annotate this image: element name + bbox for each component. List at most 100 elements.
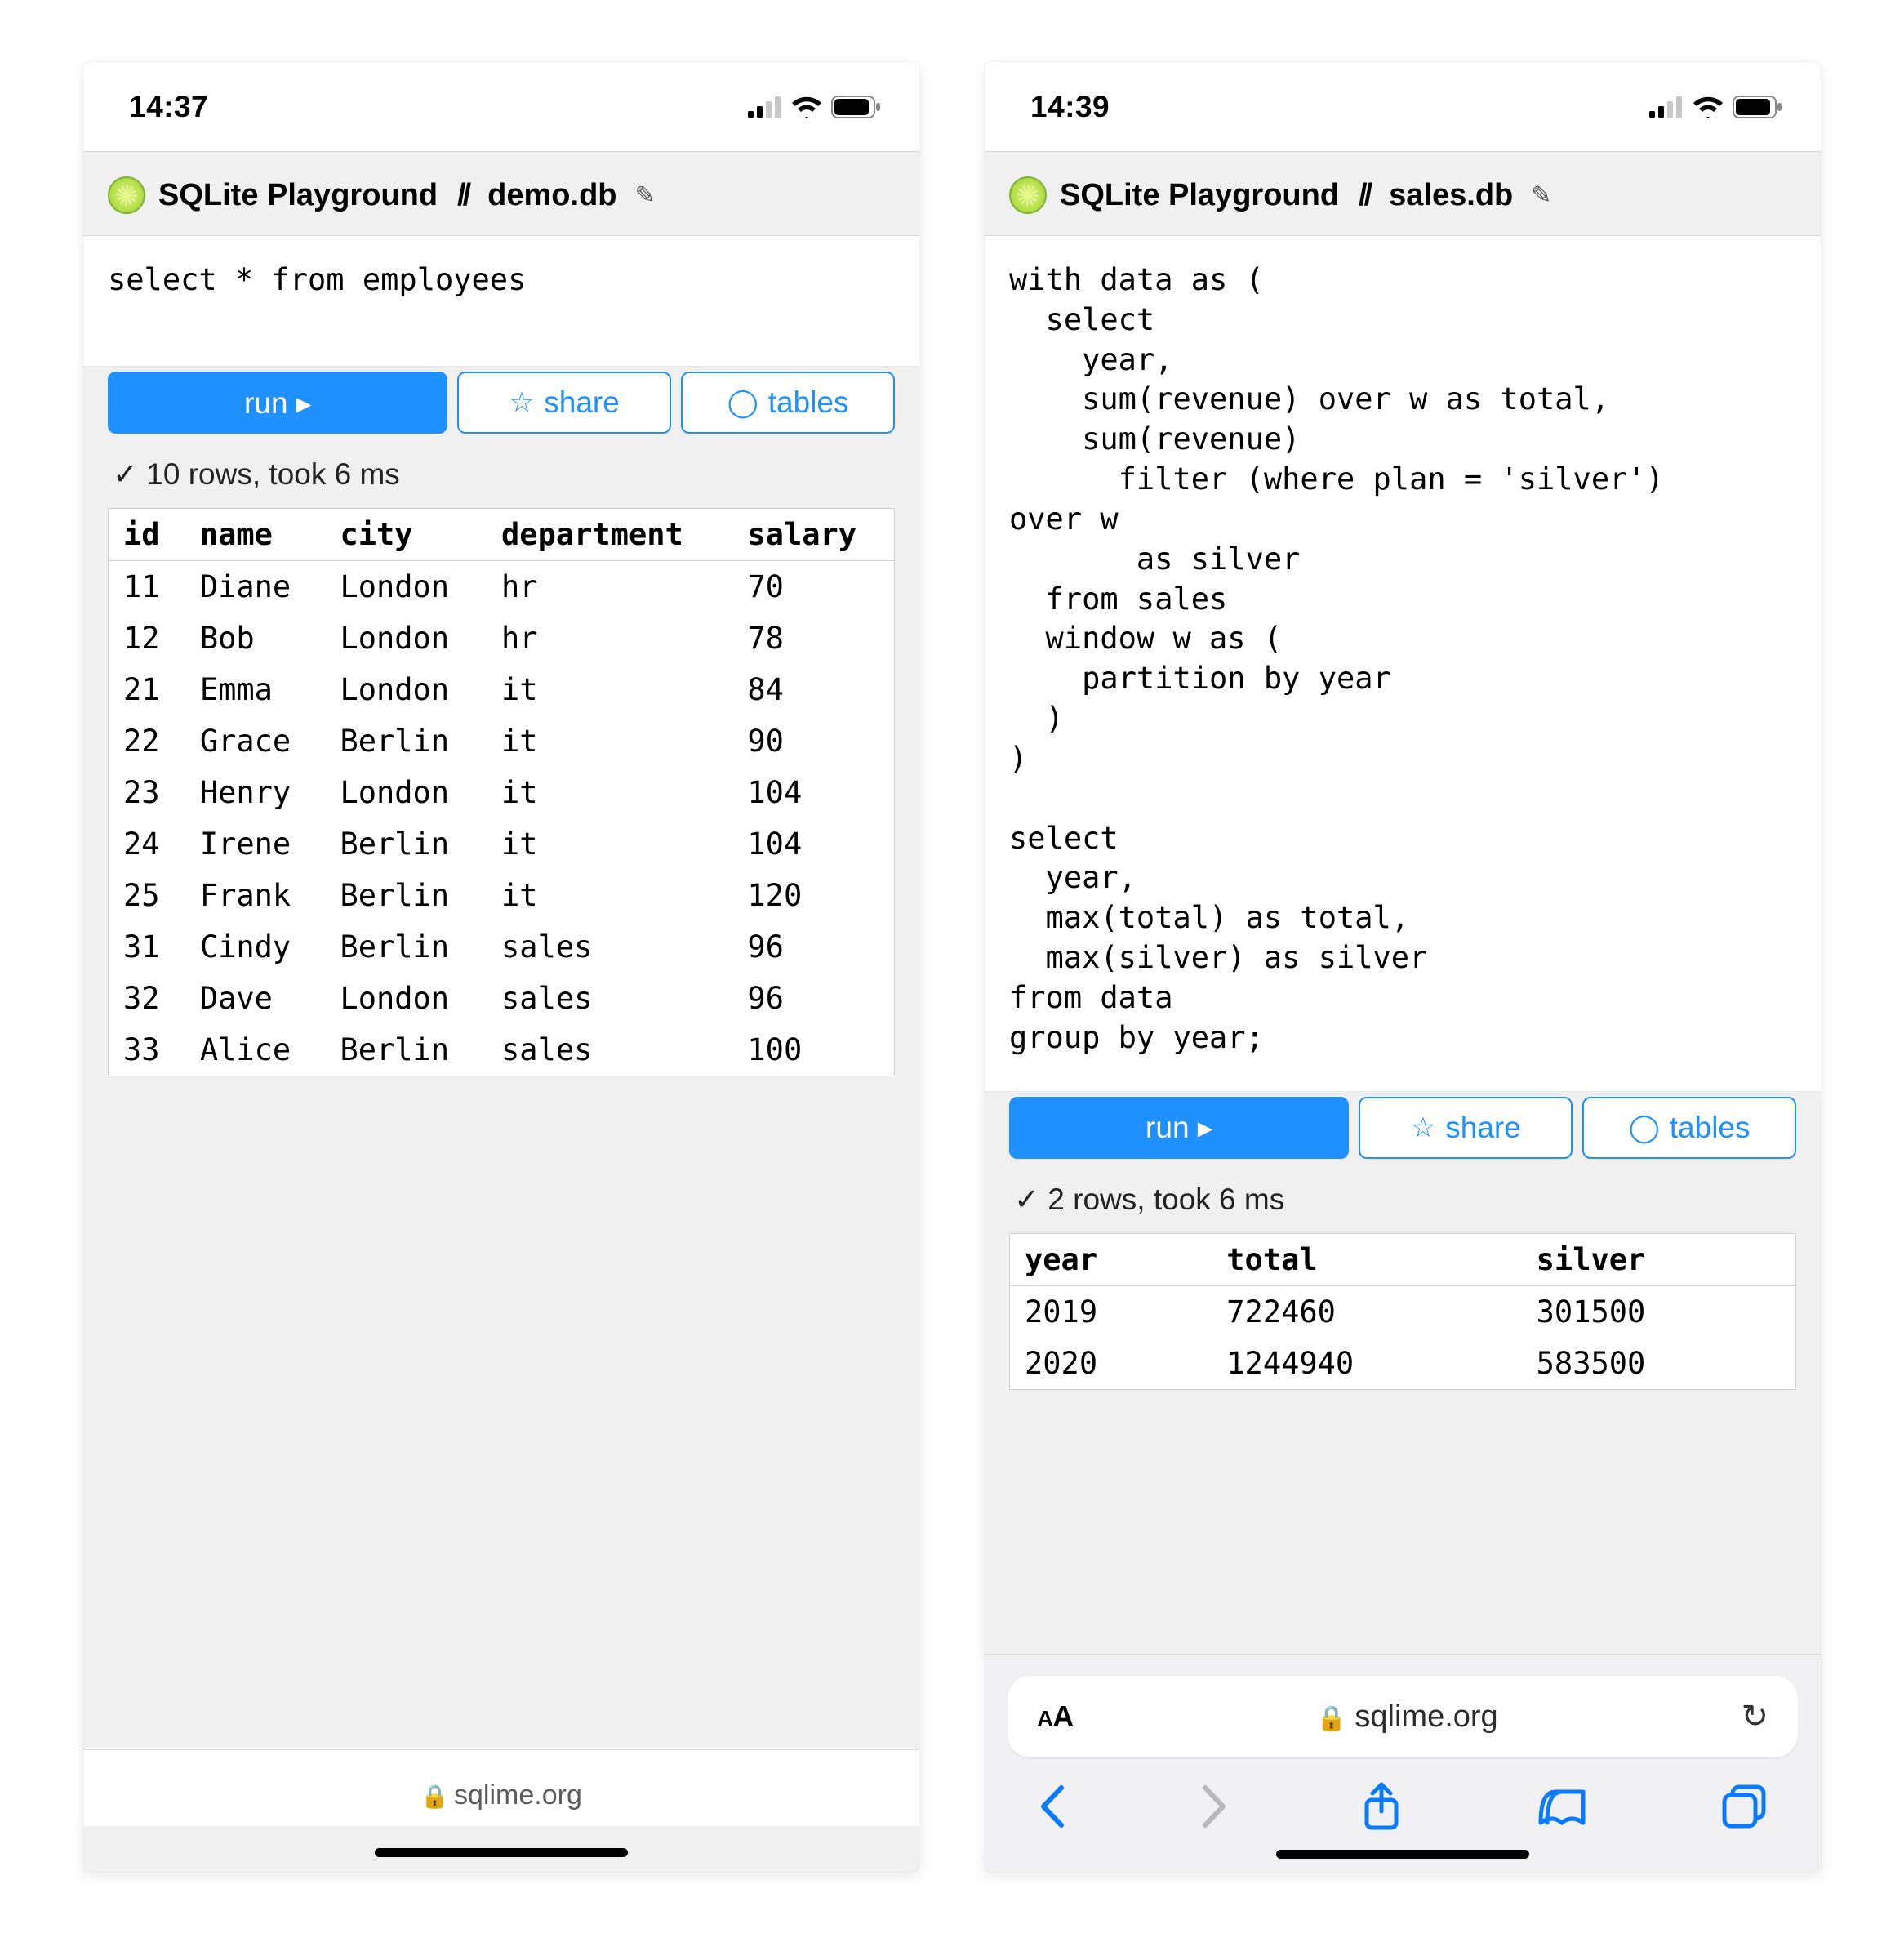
table-cell: 120: [732, 870, 894, 921]
cellular-icon: [1649, 96, 1684, 118]
result-summary: ✓ 10 rows, took 6 ms: [83, 434, 919, 500]
table-cell: London: [325, 767, 487, 818]
table-cell: it: [487, 664, 732, 715]
table-row: 23HenryLondonit104: [109, 767, 894, 818]
lock-icon: 🔒: [1316, 1705, 1346, 1732]
table-cell: London: [325, 973, 487, 1024]
table-row: 24IreneBerlinit104: [109, 818, 894, 870]
run-button[interactable]: run ▸: [1009, 1097, 1349, 1159]
pencil-icon[interactable]: ✎: [635, 181, 656, 210]
table-cell: 100: [732, 1024, 894, 1076]
table-cell: sales: [487, 1024, 732, 1076]
table-cell: hr: [487, 612, 732, 664]
forward-icon[interactable]: [1200, 1784, 1228, 1829]
share-icon[interactable]: [1361, 1782, 1402, 1831]
table-cell: sales: [487, 921, 732, 973]
pencil-icon[interactable]: ✎: [1531, 181, 1551, 210]
bookmarks-icon[interactable]: [1536, 1785, 1588, 1828]
table-cell: Frank: [185, 870, 326, 921]
table-cell: sales: [487, 973, 732, 1024]
app-header: SQLite Playground // demo.db ✎: [83, 152, 919, 236]
share-button[interactable]: ☆share: [1359, 1097, 1573, 1159]
column-header: year: [1010, 1234, 1212, 1286]
lime-logo-icon: [1009, 176, 1047, 214]
status-bar: 14:37: [83, 62, 919, 152]
safari-url-pill[interactable]: AA 🔒sqlime.org ↻: [1008, 1676, 1798, 1757]
sql-editor[interactable]: select * from employees: [83, 236, 919, 367]
table-cell: 21: [109, 664, 185, 715]
results-table: yeartotalsilver 201972246030150020201244…: [1009, 1233, 1796, 1390]
status-icons: [1649, 96, 1783, 118]
table-cell: 25: [109, 870, 185, 921]
table-row: 20201244940583500: [1010, 1338, 1795, 1389]
table-cell: Emma: [185, 664, 326, 715]
table-cell: Bob: [185, 612, 326, 664]
app-title: SQLite Playground: [1060, 178, 1339, 213]
phone-right: 14:39 SQLite Playground // sales.db ✎ wi…: [985, 62, 1821, 1872]
tabs-icon[interactable]: [1721, 1784, 1767, 1829]
table-row: 22GraceBerlinit90: [109, 715, 894, 767]
table-cell: Irene: [185, 818, 326, 870]
button-row: run ▸ ☆share ◯tables: [83, 372, 919, 434]
table-cell: 11: [109, 561, 185, 613]
battery-icon: [1733, 96, 1783, 118]
safari-nav: [1008, 1757, 1798, 1831]
safari-url-minimal[interactable]: 🔒sqlime.org: [83, 1749, 919, 1826]
column-header: total: [1212, 1234, 1521, 1286]
status-time: 14:37: [129, 90, 208, 124]
db-name[interactable]: demo.db: [487, 178, 616, 213]
table-cell: London: [325, 664, 487, 715]
status-icons: [748, 96, 882, 118]
column-header: department: [487, 509, 732, 561]
title-separator: //: [1359, 178, 1369, 213]
table-row: 12BobLondonhr78: [109, 612, 894, 664]
url-display[interactable]: 🔒sqlime.org: [1073, 1699, 1741, 1735]
check-icon: ✓: [113, 457, 138, 491]
result-summary: ✓ 2 rows, took 6 ms: [985, 1159, 1821, 1225]
table-cell: 90: [732, 715, 894, 767]
table-cell: Berlin: [325, 921, 487, 973]
table-cell: 2020: [1010, 1338, 1212, 1389]
table-cell: 22: [109, 715, 185, 767]
table-cell: Alice: [185, 1024, 326, 1076]
status-time: 14:39: [1030, 90, 1110, 124]
table-cell: Berlin: [325, 1024, 487, 1076]
table-cell: 78: [732, 612, 894, 664]
table-cell: 2019: [1010, 1285, 1212, 1338]
tables-button[interactable]: ◯tables: [681, 372, 895, 434]
table-row: 25FrankBerlinit120: [109, 870, 894, 921]
home-indicator: [1276, 1850, 1529, 1859]
table-cell: Dave: [185, 973, 326, 1024]
table-cell: 104: [732, 818, 894, 870]
app-title: SQLite Playground: [158, 178, 438, 213]
run-button[interactable]: run ▸: [108, 372, 447, 434]
table-cell: 722460: [1212, 1285, 1521, 1338]
phone-left: 14:37 SQLite Playground // demo.db ✎ sel…: [83, 62, 919, 1872]
back-icon[interactable]: [1039, 1784, 1066, 1829]
table-row: 21EmmaLondonit84: [109, 664, 894, 715]
share-button[interactable]: ☆share: [457, 372, 671, 434]
table-cell: 23: [109, 767, 185, 818]
table-cell: it: [487, 870, 732, 921]
db-name[interactable]: sales.db: [1389, 178, 1513, 213]
safari-bottom-bar: AA 🔒sqlime.org ↻: [985, 1654, 1821, 1872]
sql-editor[interactable]: with data as ( select year, sum(revenue)…: [985, 236, 1821, 1092]
column-header: silver: [1522, 1234, 1795, 1286]
table-cell: 84: [732, 664, 894, 715]
tables-button[interactable]: ◯tables: [1582, 1097, 1796, 1159]
table-cell: London: [325, 561, 487, 613]
table-cell: 104: [732, 767, 894, 818]
column-header: salary: [732, 509, 894, 561]
table-cell: it: [487, 818, 732, 870]
table-row: 11DianeLondonhr70: [109, 561, 894, 613]
table-cell: 12: [109, 612, 185, 664]
table-cell: 24: [109, 818, 185, 870]
cellular-icon: [748, 96, 782, 118]
text-size-button[interactable]: AA: [1037, 1699, 1073, 1734]
reload-icon[interactable]: ↻: [1741, 1698, 1768, 1735]
circle-icon: ◯: [1629, 1111, 1660, 1144]
battery-icon: [831, 96, 882, 118]
table-cell: Berlin: [325, 715, 487, 767]
star-icon: ☆: [509, 386, 534, 419]
status-bar: 14:39: [985, 62, 1821, 152]
